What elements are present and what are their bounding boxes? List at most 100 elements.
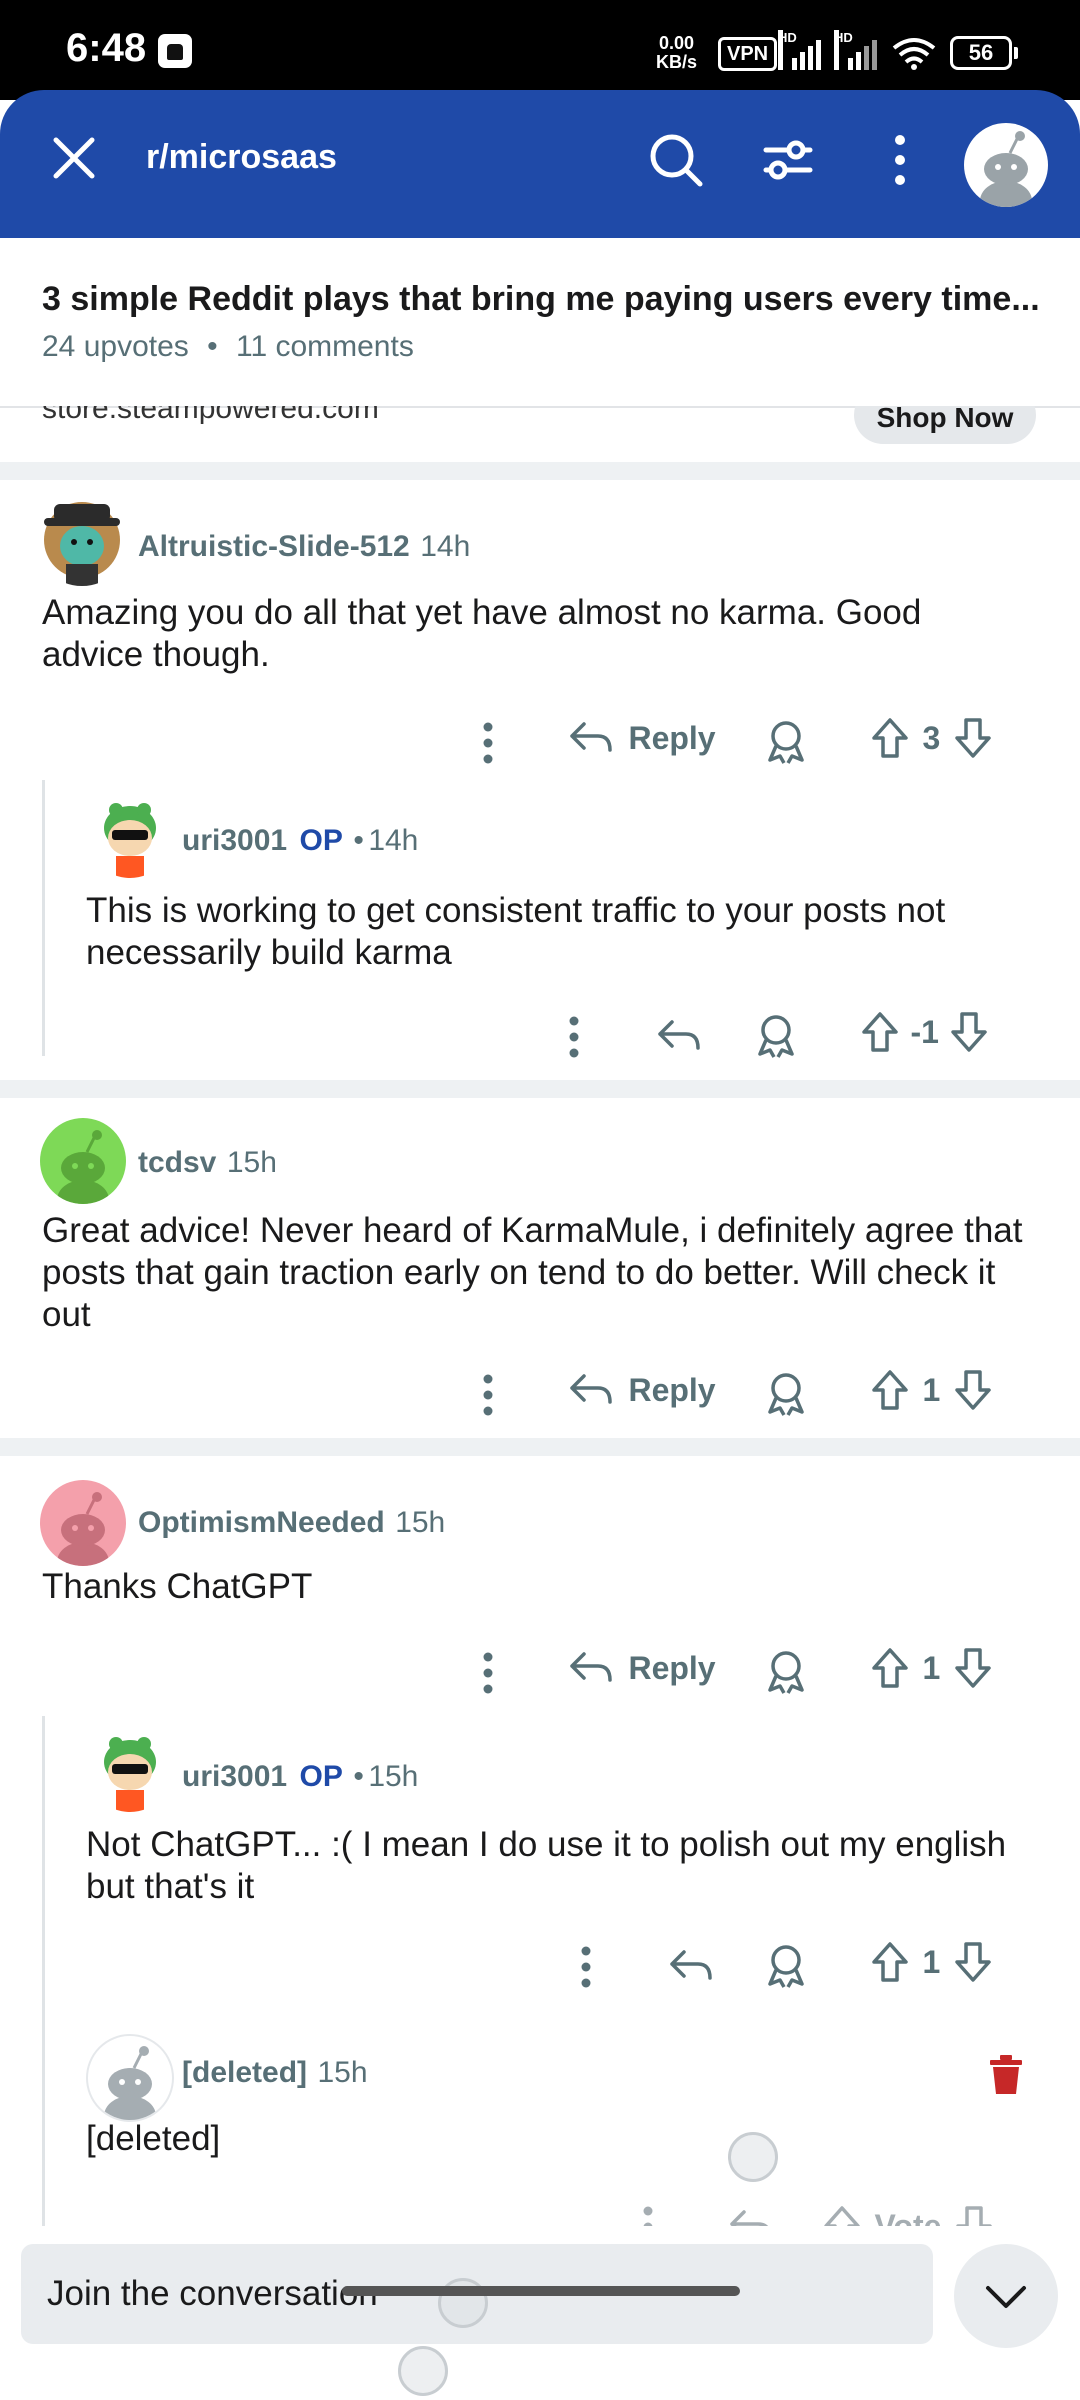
reply-label: Reply [628,1371,716,1408]
signal-sim2-icon: HD [834,30,882,70]
comment-count: 11 comments [235,330,414,363]
close-icon[interactable] [46,130,102,186]
signal-sim1-icon: HD [778,30,826,70]
vote-count: 1 [922,1943,941,1980]
upvote-icon[interactable] [870,1646,910,1690]
comment-time: 15h [395,1506,446,1539]
search-icon[interactable] [646,130,706,190]
section-divider [0,1080,1080,1098]
custom-avatar-icon [86,790,174,878]
more-vertical-icon[interactable] [568,1942,604,1992]
reply-label: Reply [628,719,716,756]
upvote-icon[interactable] [870,1368,910,1412]
app-header: r/microsaas [0,90,1080,238]
award-icon[interactable] [764,1368,808,1418]
vpn-indicator: VPN [718,37,778,71]
section-divider [0,462,1080,480]
shop-now-button[interactable]: Shop Now [854,406,1036,444]
join-conversation-placeholder: Join the conversation [47,2274,378,2313]
downvote-icon[interactable] [954,2204,994,2226]
comment-body: Thanks ChatGPT [42,1567,313,1606]
upvote-icon[interactable] [870,716,910,760]
username[interactable]: Altruistic-Slide-512 [138,530,410,563]
sim2-hd-label: HD [834,30,853,70]
more-vertical-icon[interactable] [470,718,506,768]
op-badge: OP [299,824,343,857]
avatar[interactable] [40,1480,126,1566]
vote-count: 3 [922,719,941,756]
chevron-down-icon [986,2286,1026,2308]
vote-controls: -1 [860,1010,989,1060]
upvote-icon[interactable] [870,1940,910,1984]
avatar[interactable] [34,490,130,586]
upvote-count: 24 upvotes [42,330,189,363]
upvote-icon[interactable] [822,2204,862,2226]
more-vertical-icon[interactable] [470,1648,506,1698]
avatar[interactable] [86,2034,174,2122]
comment-meta: [deleted] 15h [182,2056,368,2090]
upvote-icon[interactable] [860,1010,900,1054]
downvote-icon[interactable] [953,1368,993,1412]
downvote-icon[interactable] [953,1646,993,1690]
sim1-hd-label: HD [778,30,797,70]
vote-controls: 1 [870,1368,993,1418]
collapse-button[interactable] [954,2244,1058,2348]
comment-body: [deleted] [86,2119,221,2158]
award-icon[interactable] [754,1010,798,1060]
snoo-avatar-icon [57,1130,109,1204]
username[interactable]: OptimismNeeded [138,1506,385,1539]
vote-controls: 1 [870,1940,993,1990]
more-vertical-icon[interactable] [556,1012,592,1062]
post-summary[interactable]: 3 simple Reddit plays that bring me payi… [0,238,1080,408]
comment-time: 15h [317,2056,368,2089]
award-icon[interactable] [764,716,808,766]
comment-meta: OptimismNeeded 15h [138,1506,445,1540]
user-avatar-button[interactable] [964,123,1048,207]
subreddit-title[interactable]: r/microsaas [146,138,337,177]
home-indicator[interactable] [342,2286,740,2296]
snoo-avatar-icon [104,2046,156,2120]
reply-button[interactable]: Reply [568,1648,716,1698]
more-vertical-icon[interactable] [470,1370,506,1420]
vote-controls: Vote [822,2204,994,2226]
comment-time: 14h [420,530,471,563]
reply-icon [570,722,612,752]
reply-button[interactable]: Reply [568,718,716,768]
more-vertical-icon[interactable] [870,130,930,190]
meta-separator: • [207,330,218,363]
reply-icon[interactable] [728,2206,774,2226]
downvote-icon[interactable] [953,1940,993,1984]
username[interactable]: uri3001 [182,824,287,857]
reply-icon [570,1652,612,1682]
reply-icon[interactable] [668,1946,714,1986]
post-meta: 24 upvotes • 11 comments [42,330,414,364]
downvote-icon[interactable] [949,1010,989,1054]
comment-deleted: [deleted] 15h [deleted] Vote [0,2026,1080,2226]
vote-count: 1 [922,1649,941,1686]
comment-meta: Altruistic-Slide-512 14h [138,530,470,564]
comment-body: This is working to get consistent traffi… [86,891,946,972]
comment-meta: tcdsv 15h [138,1146,277,1180]
username[interactable]: uri3001 [182,1760,287,1793]
avatar[interactable] [86,1724,174,1812]
promoted-ad[interactable]: store.steampowered.com Shop Now [0,406,1080,462]
touch-indicator [728,2132,778,2182]
downvote-icon[interactable] [953,716,993,760]
award-icon[interactable] [764,1940,808,1990]
username: [deleted] [182,2056,308,2089]
op-badge: OP [299,1760,343,1793]
avatar[interactable] [40,1118,126,1204]
reply-label: Reply [628,1649,716,1686]
reply-icon[interactable] [656,1016,702,1056]
filter-icon[interactable] [758,130,818,190]
vote-controls: 3 [870,716,993,766]
post-title[interactable]: 3 simple Reddit plays that bring me payi… [42,280,1042,319]
award-icon[interactable] [764,1646,808,1696]
comment-body: Great advice! Never heard of KarmaMule, … [42,1211,1023,1334]
wifi-icon [892,38,936,70]
reply-button[interactable]: Reply [568,1370,716,1420]
username[interactable]: tcdsv [138,1146,216,1179]
snoo-avatar-icon [980,131,1032,207]
more-vertical-icon[interactable] [630,2202,666,2226]
avatar[interactable] [86,790,174,878]
